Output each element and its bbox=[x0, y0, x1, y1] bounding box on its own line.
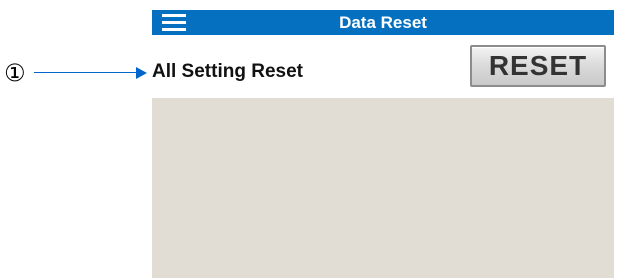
title-bar: Data Reset bbox=[152, 10, 614, 35]
callout-arrow-line bbox=[34, 72, 137, 73]
callout-arrowhead-icon bbox=[136, 67, 147, 79]
page-title: Data Reset bbox=[339, 13, 427, 32]
content-panel bbox=[152, 98, 614, 278]
device-screen: Data Reset All Setting Reset RESET bbox=[152, 10, 614, 278]
setting-row-all-setting-reset: All Setting Reset RESET bbox=[152, 35, 614, 107]
setting-label: All Setting Reset bbox=[152, 61, 303, 82]
hamburger-menu-icon[interactable] bbox=[162, 13, 186, 32]
callout-number: ① bbox=[4, 59, 26, 87]
reset-button[interactable]: RESET bbox=[470, 45, 606, 87]
